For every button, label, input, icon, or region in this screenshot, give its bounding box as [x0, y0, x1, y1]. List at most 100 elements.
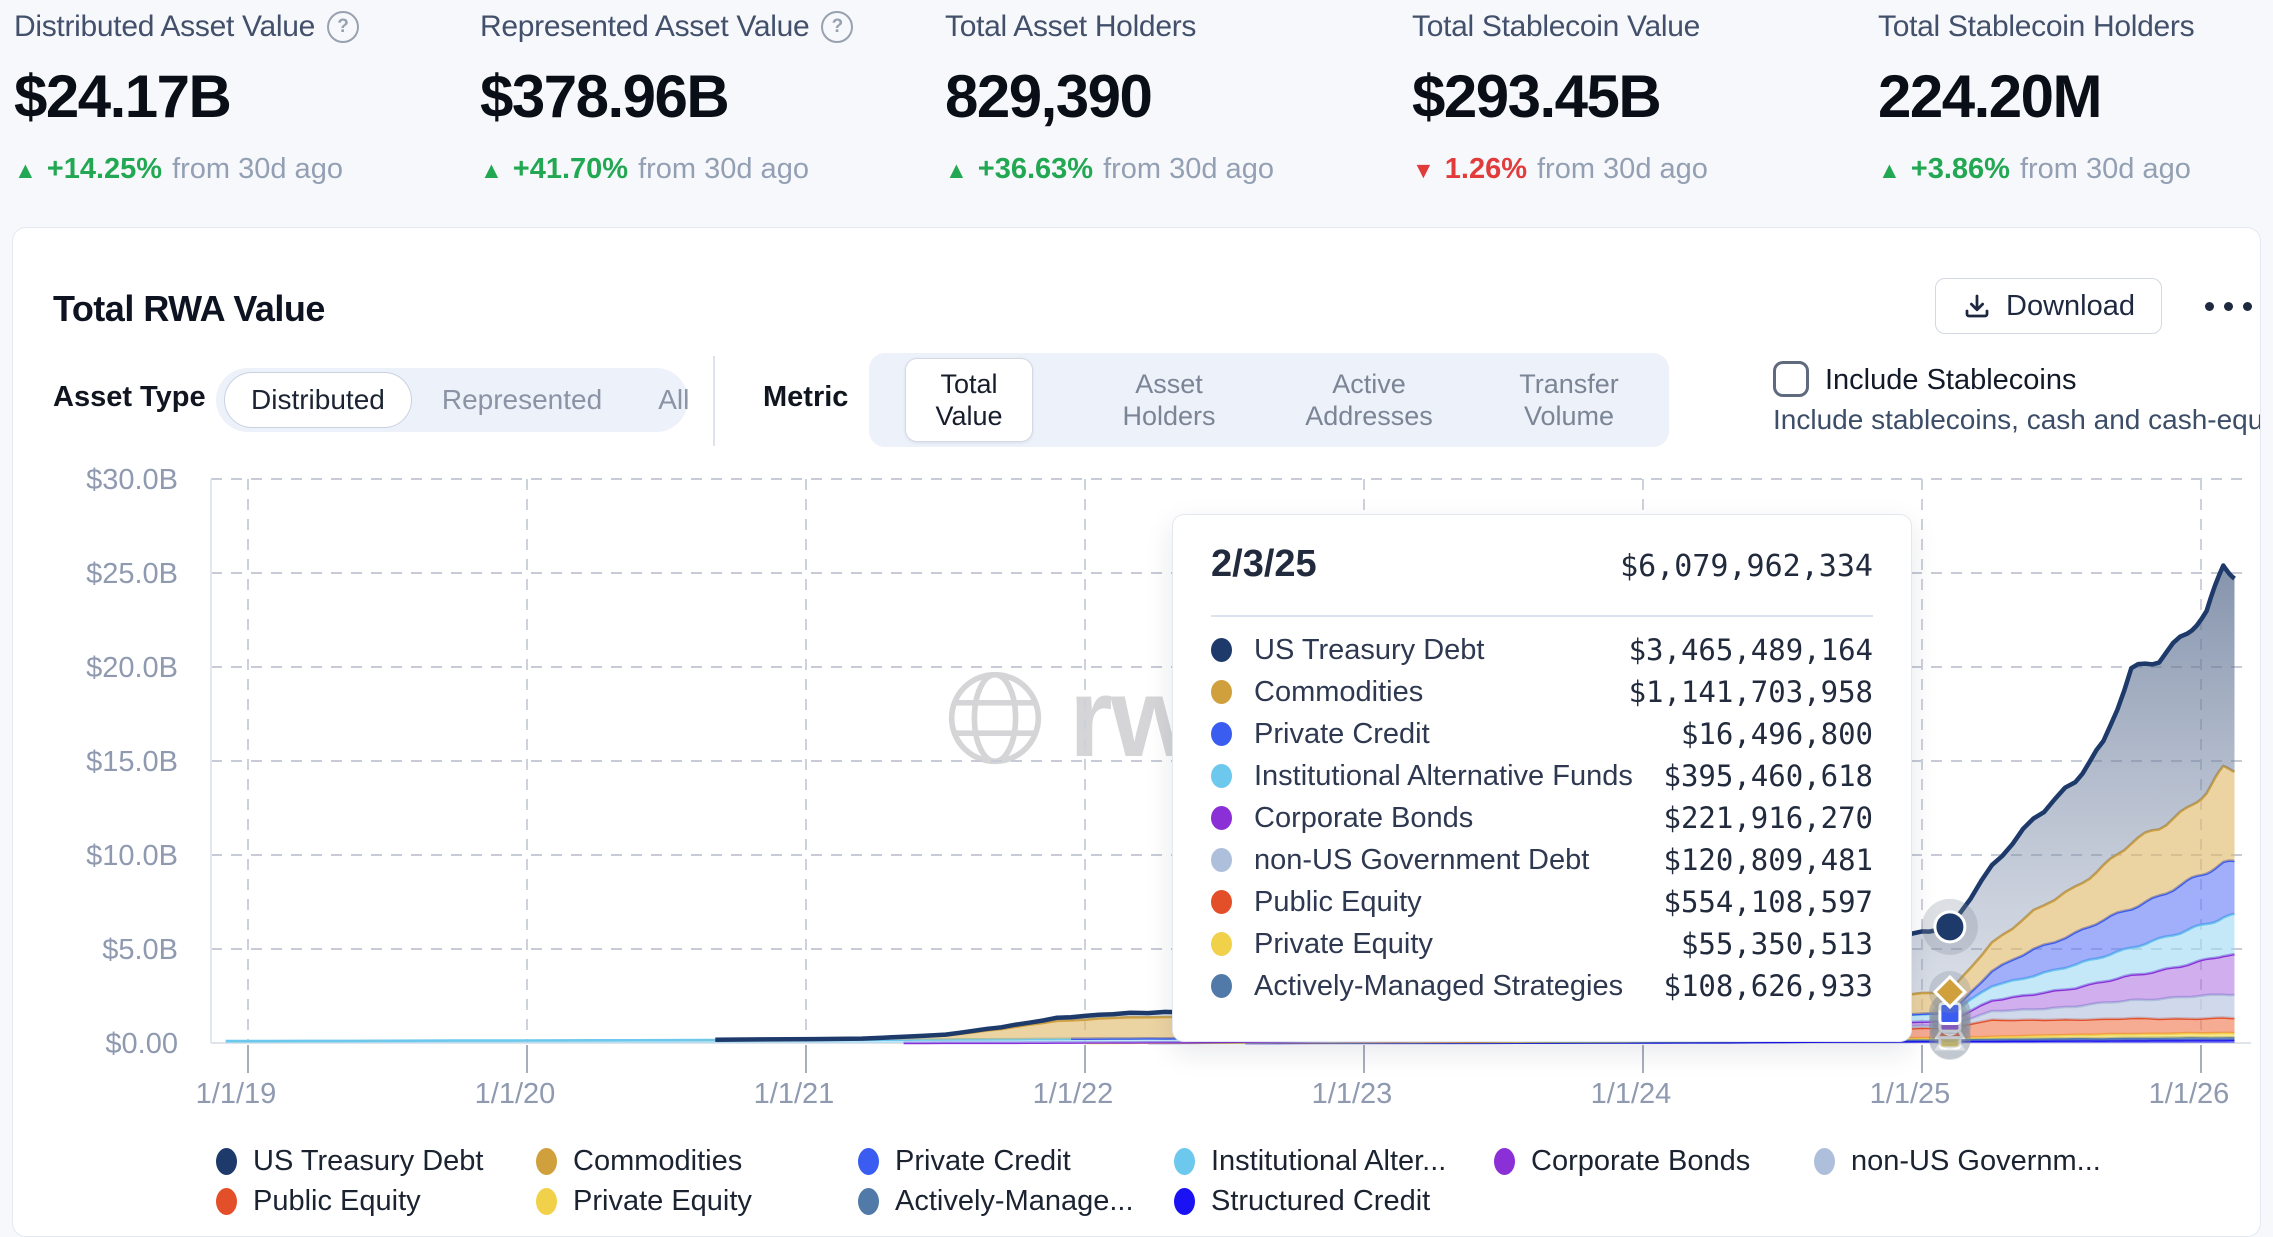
stat-label: Represented Asset Value	[480, 10, 809, 44]
series-dot	[1211, 932, 1232, 956]
stat-change: +36.63%	[978, 153, 1093, 186]
legend-item-corporate-bonds[interactable]: Corporate Bonds	[1494, 1142, 1750, 1180]
y-axis-tick: $10.0B	[13, 840, 178, 873]
stat-label: Total Stablecoin Holders	[1878, 10, 2194, 44]
tooltip-row: Private Credit $16,496,800	[1211, 713, 1873, 755]
stat-value: 829,390	[945, 62, 1274, 131]
series-dot	[1211, 764, 1232, 788]
stat-period: from 30d ago	[1103, 153, 1274, 186]
series-dot	[1814, 1148, 1835, 1175]
x-axis-tick: 1/1/19	[166, 1078, 306, 1111]
legend-item-private-credit[interactable]: Private Credit	[858, 1142, 1071, 1180]
x-axis-tick: 1/1/24	[1561, 1078, 1701, 1111]
series-dot	[1211, 890, 1232, 914]
stat-value: 224.20M	[1878, 62, 2194, 131]
stat-value: $24.17B	[14, 62, 359, 131]
chart-tooltip: 2/3/25 $6,079,962,334 US Treasury Debt $…	[1172, 514, 1912, 1042]
series-dot	[1494, 1148, 1515, 1175]
tooltip-row: Corporate Bonds $221,916,270	[1211, 797, 1873, 839]
include-stablecoins-label: Include Stablecoins	[1825, 364, 2077, 397]
rwa-dashboard: Distributed Asset Value ? $24.17B ▲ +14.…	[0, 0, 2273, 1236]
stat-represented-asset-value: Represented Asset Value ? $378.96B ▲ +41…	[480, 6, 853, 186]
tooltip-row: Private Equity $55,350,513	[1211, 923, 1873, 965]
legend-item-institutional-alternative-funds[interactable]: Institutional Alter...	[1174, 1142, 1446, 1180]
stat-label: Total Stablecoin Value	[1412, 10, 1700, 44]
stat-change: 1.26%	[1445, 153, 1527, 186]
y-axis-tick: $20.0B	[13, 652, 178, 685]
metric-label: Metric	[763, 381, 848, 414]
x-axis-tick: 1/1/23	[1282, 1078, 1422, 1111]
series-dot	[536, 1148, 557, 1175]
ellipsis-icon	[2205, 302, 2214, 311]
asset-type-option-all[interactable]: All	[632, 372, 715, 428]
x-axis-tick: 1/1/25	[1840, 1078, 1980, 1111]
y-axis-tick: $30.0B	[13, 464, 178, 497]
tab-asset-holders[interactable]: Asset Holders	[1069, 353, 1269, 447]
stat-period: from 30d ago	[638, 153, 809, 186]
tab-transfer-volume[interactable]: Transfer Volume	[1469, 353, 1669, 447]
stat-label: Total Asset Holders	[945, 10, 1196, 44]
total-rwa-card: Total RWA Value Download Asset Type Dist…	[12, 227, 2261, 1237]
stats-row: Distributed Asset Value ? $24.17B ▲ +14.…	[0, 0, 2273, 200]
tooltip-row: Institutional Alternative Funds $395,460…	[1211, 755, 1873, 797]
series-dot	[1211, 638, 1232, 662]
legend-item-commodities[interactable]: Commodities	[536, 1142, 742, 1180]
x-axis-tick: 1/1/22	[1003, 1078, 1143, 1111]
series-dot	[216, 1148, 237, 1175]
series-dot	[216, 1188, 237, 1215]
stat-label: Distributed Asset Value	[14, 10, 315, 44]
series-dot	[858, 1188, 879, 1215]
stat-value: $293.45B	[1412, 62, 1708, 131]
tab-total-value[interactable]: Total Value	[869, 353, 1069, 447]
stat-change: +41.70%	[513, 153, 628, 186]
include-stablecoins-checkbox[interactable]	[1773, 361, 1809, 397]
stat-distributed-asset-value: Distributed Asset Value ? $24.17B ▲ +14.…	[14, 6, 359, 186]
y-axis-tick: $15.0B	[13, 746, 178, 779]
tooltip-row: Public Equity $554,108,597	[1211, 881, 1873, 923]
legend-item-private-equity[interactable]: Private Equity	[536, 1182, 752, 1220]
trend-arrow-icon: ▲	[14, 157, 37, 184]
series-dot	[536, 1188, 557, 1215]
stat-change: +14.25%	[47, 153, 162, 186]
series-dot	[1211, 680, 1232, 704]
stat-value: $378.96B	[480, 62, 853, 131]
asset-type-segmented-control: Distributed Represented All	[216, 368, 688, 432]
help-icon[interactable]: ?	[821, 11, 853, 43]
more-options-button[interactable]	[2193, 284, 2261, 328]
stat-period: from 30d ago	[172, 153, 343, 186]
tooltip-divider	[1211, 615, 1873, 617]
series-dot	[1211, 806, 1232, 830]
legend-item-structured-credit[interactable]: Structured Credit	[1174, 1182, 1430, 1220]
tooltip-row: Commodities $1,141,703,958	[1211, 671, 1873, 713]
include-stablecoins-description: Include stablecoins, cash and cash-equiv…	[1773, 404, 2261, 436]
stat-total-stablecoin-value: Total Stablecoin Value $293.45B ▼ 1.26% …	[1412, 6, 1708, 186]
legend-item-actively-managed-strategies[interactable]: Actively-Manage...	[858, 1182, 1134, 1220]
asset-type-option-distributed[interactable]: Distributed	[224, 372, 412, 428]
y-axis-tick: $25.0B	[13, 558, 178, 591]
stat-total-asset-holders: Total Asset Holders 829,390 ▲ +36.63% fr…	[945, 6, 1274, 186]
legend-item-us-treasury-debt[interactable]: US Treasury Debt	[216, 1142, 483, 1180]
trend-arrow-icon: ▲	[480, 157, 503, 184]
y-axis-tick: $5.0B	[13, 934, 178, 967]
asset-type-option-represented[interactable]: Represented	[416, 372, 628, 428]
tooltip-row: Actively-Managed Strategies $108,626,933	[1211, 965, 1873, 1007]
legend-item-public-equity[interactable]: Public Equity	[216, 1182, 421, 1220]
filter-divider	[713, 356, 715, 446]
series-dot	[1174, 1188, 1195, 1215]
download-icon	[1962, 291, 1992, 321]
tab-active-addresses[interactable]: Active Addresses	[1269, 353, 1469, 447]
series-dot	[1174, 1148, 1195, 1175]
download-button-label: Download	[2006, 290, 2135, 323]
x-axis-tick: 1/1/20	[445, 1078, 585, 1111]
series-dot	[1211, 848, 1232, 872]
legend-item-non-us-government-debt[interactable]: non-US Governm...	[1814, 1142, 2101, 1180]
tooltip-row: non-US Government Debt $120,809,481	[1211, 839, 1873, 881]
x-axis-tick: 1/1/26	[2119, 1078, 2259, 1111]
asset-type-label: Asset Type	[53, 381, 206, 414]
tooltip-row: US Treasury Debt $3,465,489,164	[1211, 629, 1873, 671]
download-button[interactable]: Download	[1935, 278, 2162, 334]
help-icon[interactable]: ?	[327, 11, 359, 43]
trend-arrow-icon: ▲	[945, 157, 968, 184]
trend-arrow-icon: ▼	[1412, 157, 1435, 184]
y-axis-tick: $0.00	[13, 1028, 178, 1061]
